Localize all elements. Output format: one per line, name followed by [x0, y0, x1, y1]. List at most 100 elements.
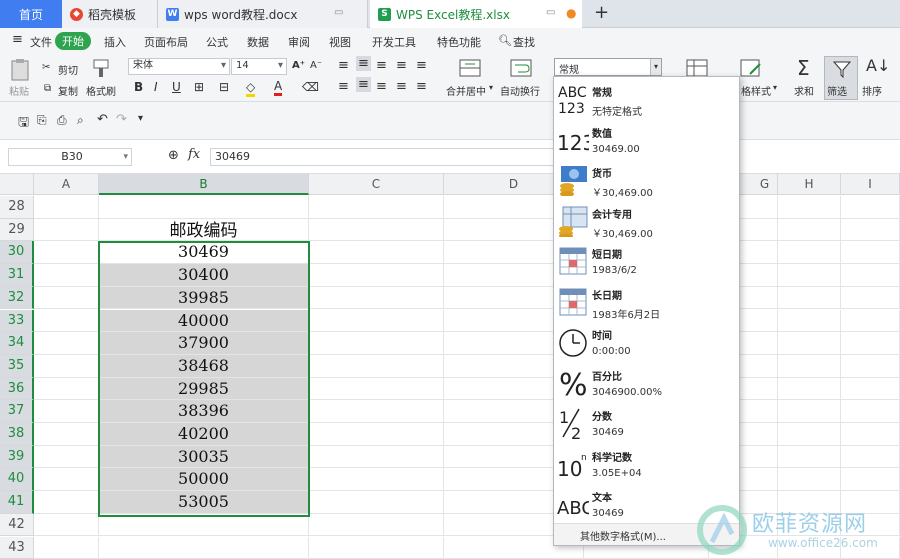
grid-cell[interactable] [309, 468, 444, 491]
italic-button[interactable]: I [154, 80, 158, 94]
format-option[interactable]: 长日期1983年6月2日 [554, 282, 739, 323]
column-header-c[interactable]: C [309, 174, 444, 195]
menu-features[interactable]: 特色功能 [437, 34, 481, 50]
grid-cell[interactable] [309, 446, 444, 469]
chevron-down-icon[interactable]: ▾ [650, 59, 661, 75]
grid-cell[interactable] [34, 537, 99, 559]
grid-cell[interactable] [841, 378, 900, 401]
new-tab-button[interactable]: + [594, 2, 609, 23]
filter-icon[interactable] [832, 59, 852, 79]
grid-cell[interactable] [309, 332, 444, 355]
grid-cell[interactable] [841, 423, 900, 446]
grid-cell[interactable] [309, 355, 444, 378]
grid-cell[interactable] [778, 423, 841, 446]
grid-cell[interactable] [34, 310, 99, 333]
grid-cell[interactable] [841, 332, 900, 355]
filter-button[interactable]: 筛选 [827, 83, 847, 98]
grid-cell[interactable] [841, 310, 900, 333]
grid-cell[interactable] [309, 219, 444, 242]
align-bottom-icon[interactable]: ≡ [376, 58, 387, 73]
search-icon[interactable]: 🔍︎ [498, 34, 512, 47]
header-cell-postal-code[interactable]: 邮政编码 [99, 220, 308, 242]
format-option[interactable]: 货币￥30,469.00 [554, 160, 739, 201]
tab-word-doc[interactable]: W wps word教程.docx ▭ [158, 0, 368, 28]
grid-cell[interactable] [34, 378, 99, 401]
row-header[interactable]: 30 [0, 241, 34, 264]
grid-cell[interactable] [778, 378, 841, 401]
format-option[interactable]: 123数值30469.00 [554, 120, 739, 161]
format-option[interactable]: 短日期1983/6/2 [554, 241, 739, 282]
grid-cell[interactable] [841, 241, 900, 264]
row-header[interactable]: 40 [0, 468, 34, 491]
grid-cell[interactable] [841, 196, 900, 219]
row-header[interactable]: 42 [0, 514, 34, 537]
grid-cell[interactable] [309, 514, 444, 537]
name-box[interactable]: B30▾ [8, 148, 132, 166]
menu-search[interactable]: 查找 [513, 34, 535, 50]
row-header[interactable]: 32 [0, 287, 34, 310]
undo-icon[interactable]: ↶ [97, 112, 108, 127]
font-family-select[interactable]: 宋体▾ [128, 58, 230, 75]
grid-cell[interactable] [309, 287, 444, 310]
formula-input[interactable]: 30469 [210, 148, 556, 166]
font-grow-icon[interactable]: A⁺ [292, 60, 305, 71]
grid-cell[interactable] [34, 400, 99, 423]
column-header-h[interactable]: H [778, 174, 841, 195]
merge-center-button[interactable]: 合并居中 [446, 83, 486, 98]
grid-cell[interactable] [309, 537, 444, 559]
row-header[interactable]: 33 [0, 310, 34, 333]
row-header[interactable]: 38 [0, 423, 34, 446]
menu-data[interactable]: 数据 [247, 34, 269, 50]
grid-cell[interactable] [34, 468, 99, 491]
sort-icon[interactable]: A↓ [866, 56, 890, 75]
grid-cell[interactable] [778, 355, 841, 378]
grid-cell[interactable] [841, 219, 900, 242]
redo-icon[interactable]: ↷ [116, 112, 127, 127]
grid-cell[interactable] [778, 446, 841, 469]
window-icon[interactable]: ▭ [334, 7, 343, 18]
grid-cell[interactable] [841, 446, 900, 469]
grid-cell[interactable] [34, 219, 99, 242]
grid-cell[interactable] [309, 310, 444, 333]
grid-cell[interactable] [34, 491, 99, 514]
underline-button[interactable]: U [172, 80, 181, 94]
paste-icon[interactable] [10, 58, 32, 82]
align-left-icon[interactable]: ≡ [338, 79, 349, 94]
grid-cell[interactable] [778, 241, 841, 264]
merge-center-icon[interactable] [459, 58, 481, 78]
bold-button[interactable]: B [134, 80, 143, 94]
tab-docer[interactable]: ◆ 稻壳模板 [62, 0, 158, 28]
menu-home[interactable]: 开始 [55, 32, 91, 50]
grid-cell[interactable] [309, 400, 444, 423]
sum-button[interactable]: 求和 [794, 83, 814, 98]
paste-button[interactable]: 粘贴 [9, 83, 29, 98]
grid-cell[interactable] [841, 264, 900, 287]
table-icon[interactable] [686, 58, 708, 78]
menu-view[interactable]: 视图 [329, 34, 351, 50]
row-header[interactable]: 37 [0, 400, 34, 423]
save-icon[interactable]: 🖫 [18, 113, 29, 135]
row-header[interactable]: 34 [0, 332, 34, 355]
border-icon[interactable]: ⊞ [194, 80, 204, 94]
format-option[interactable]: %百分比3046900.00% [554, 363, 739, 404]
format-painter-button[interactable]: 格式刷 [86, 83, 116, 98]
distribute-icon[interactable]: ≡ [416, 79, 427, 94]
column-header-b[interactable]: B [99, 174, 309, 195]
sum-icon[interactable]: Σ [797, 56, 810, 80]
grid-cell[interactable] [34, 264, 99, 287]
wrap-text-button[interactable]: 自动换行 [500, 83, 540, 98]
font-shrink-icon[interactable]: A⁻ [310, 60, 322, 71]
format-painter-icon[interactable] [92, 58, 110, 78]
select-all-corner[interactable] [0, 174, 34, 195]
grid-cell[interactable] [778, 468, 841, 491]
format-option[interactable]: 时间0:00:00 [554, 322, 739, 363]
align-top-icon[interactable]: ≡ [338, 58, 349, 73]
row-header[interactable]: 36 [0, 378, 34, 401]
align-center-icon[interactable]: ≡ [356, 77, 371, 92]
outdent-icon[interactable]: ≡ [416, 58, 427, 73]
grid-cell[interactable] [778, 332, 841, 355]
menu-page-layout[interactable]: 页面布局 [144, 34, 188, 50]
grid-cell[interactable] [34, 355, 99, 378]
font-color-button[interactable]: A [274, 79, 282, 96]
grid-cell[interactable] [99, 537, 309, 559]
